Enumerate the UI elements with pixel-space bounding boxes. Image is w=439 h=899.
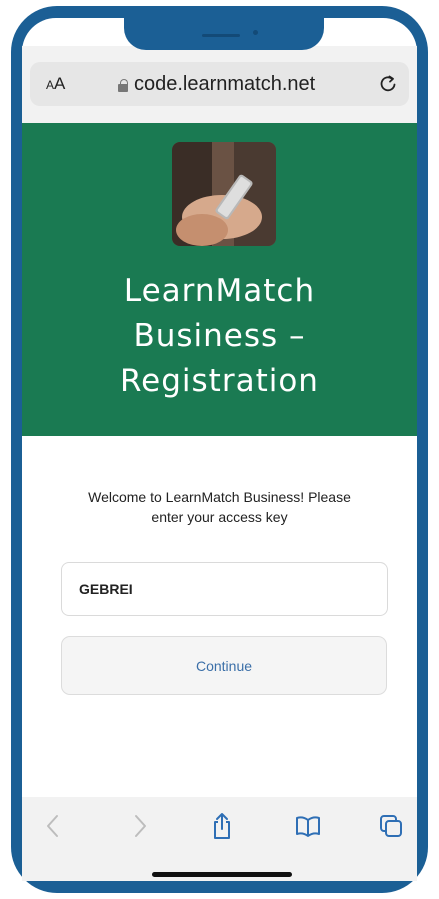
notch bbox=[124, 10, 324, 50]
bookmarks-icon[interactable] bbox=[293, 811, 323, 841]
url-text: code.learnmatch.net bbox=[134, 73, 316, 95]
welcome-line: enter your access key bbox=[151, 509, 288, 525]
page-title: LearnMatch Business – Registration bbox=[22, 269, 417, 404]
safari-address-area: AA code.learnmatch.net bbox=[22, 46, 417, 123]
address-bar[interactable]: AA code.learnmatch.net bbox=[30, 62, 409, 106]
safari-toolbar bbox=[22, 797, 417, 881]
welcome-line: Welcome to LearnMatch Business! Please bbox=[88, 489, 351, 505]
text-size-large: A bbox=[54, 74, 66, 93]
title-line: Business – bbox=[133, 318, 306, 354]
text-size-button[interactable]: AA bbox=[46, 74, 65, 94]
title-line: Registration bbox=[120, 363, 319, 399]
tabs-icon[interactable] bbox=[376, 811, 406, 841]
share-icon[interactable] bbox=[207, 811, 237, 841]
url-display[interactable]: code.learnmatch.net bbox=[118, 73, 315, 96]
hero-photo bbox=[172, 142, 276, 246]
text-size-small: A bbox=[46, 78, 55, 92]
lock-icon bbox=[118, 78, 128, 92]
welcome-text: Welcome to LearnMatch Business! Please e… bbox=[22, 487, 417, 527]
forward-icon[interactable] bbox=[125, 811, 155, 841]
title-line: LearnMatch bbox=[123, 273, 316, 309]
access-key-input[interactable] bbox=[61, 562, 388, 616]
hero-banner: LearnMatch Business – Registration bbox=[22, 123, 417, 436]
back-icon[interactable] bbox=[38, 811, 68, 841]
continue-button[interactable]: Continue bbox=[61, 636, 387, 695]
reload-icon[interactable] bbox=[377, 72, 399, 94]
home-indicator bbox=[152, 872, 292, 877]
camera-dot bbox=[253, 30, 258, 35]
